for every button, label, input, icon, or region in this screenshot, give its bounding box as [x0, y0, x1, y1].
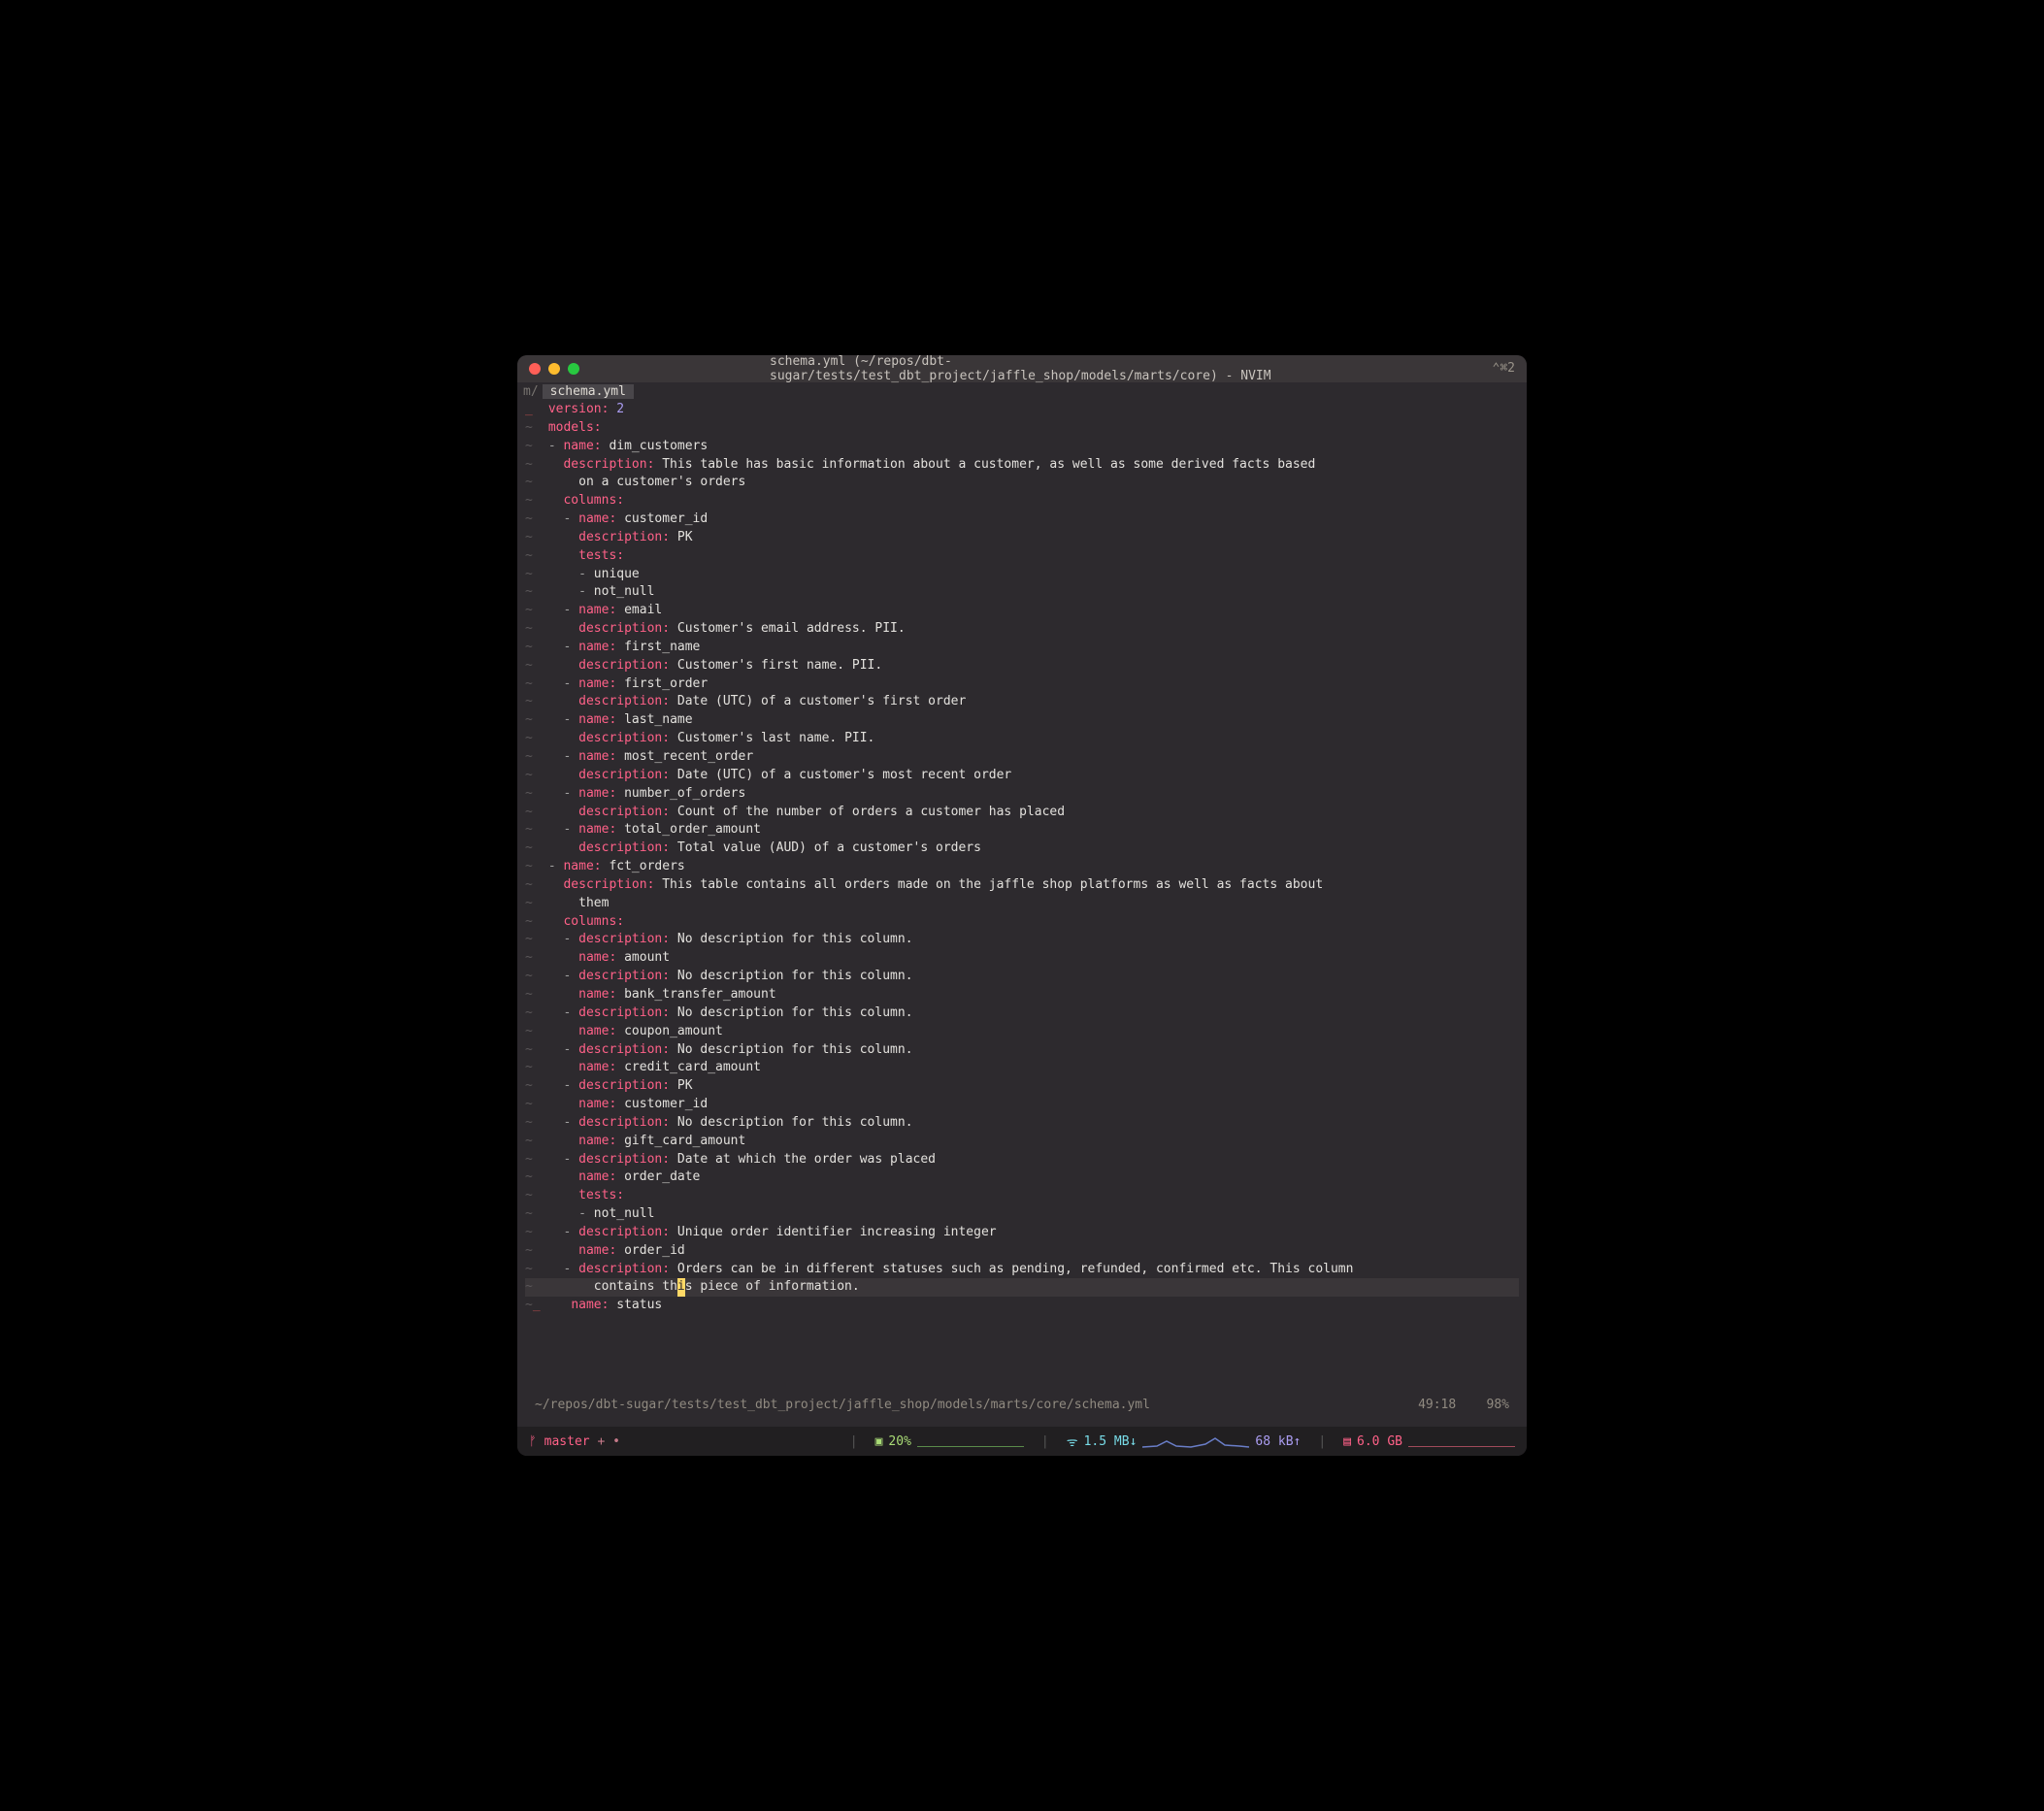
- terminal-window: schema.yml (~/repos/dbt-sugar/tests/test…: [517, 355, 1527, 1456]
- window-shortcut: ⌃⌘2: [1493, 361, 1515, 376]
- mem-sparkline: [1408, 1435, 1515, 1447]
- branch-icon: ᚠ: [529, 1434, 537, 1449]
- minimize-button[interactable]: [548, 363, 560, 375]
- tab-prefix: m/: [523, 384, 539, 399]
- status-filepath: ~/repos/dbt-sugar/tests/test_dbt_project…: [535, 1397, 1150, 1415]
- net-widget: ᯤ 1.5 MB↓ 68 kB↑: [1067, 1432, 1302, 1450]
- tab-active[interactable]: schema.yml: [543, 384, 634, 399]
- cpu-sparkline: [917, 1435, 1024, 1447]
- cpu-widget: ▣ 20%: [875, 1434, 1024, 1449]
- close-button[interactable]: [529, 363, 541, 375]
- titlebar[interactable]: schema.yml (~/repos/dbt-sugar/tests/test…: [517, 355, 1527, 382]
- cursor: i: [677, 1278, 685, 1297]
- mem-widget: ▤ 6.0 GB: [1343, 1434, 1515, 1449]
- status-percent: 98%: [1487, 1398, 1509, 1412]
- window-title: schema.yml (~/repos/dbt-sugar/tests/test…: [770, 355, 1274, 383]
- git-branch: ᚠ master + •: [529, 1434, 620, 1449]
- status-cursor-pos: 49:18: [1418, 1398, 1456, 1412]
- tmux-statusbar: ᚠ master + • | ▣ 20% | ᯤ 1.5 MB↓ 68 kB↑ …: [517, 1427, 1527, 1456]
- maximize-button[interactable]: [568, 363, 579, 375]
- traffic-lights: [529, 363, 579, 375]
- buffer-tabs: m/ schema.yml: [517, 382, 1527, 399]
- editor-pane[interactable]: _ version: 2 ~ models: ~ - name: dim_cus…: [517, 399, 1527, 1427]
- mem-icon: ▤: [1343, 1434, 1351, 1449]
- net-icon: ᯤ: [1067, 1432, 1078, 1450]
- cpu-icon: ▣: [875, 1434, 883, 1449]
- cursor-line: ~ contains this piece of information.: [525, 1278, 1519, 1297]
- net-sparkline: [1142, 1435, 1249, 1447]
- vim-statusline: ~/repos/dbt-sugar/tests/test_dbt_project…: [525, 1393, 1519, 1423]
